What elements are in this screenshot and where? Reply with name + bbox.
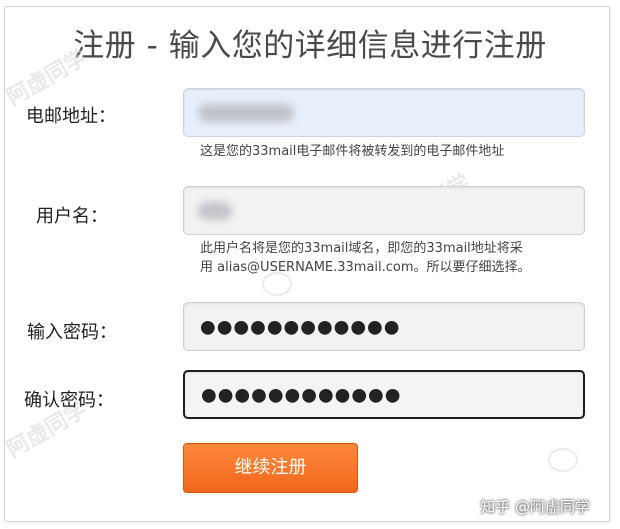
page-title: 注册 - 输入您的详细信息进行注册 [73, 28, 547, 64]
email-value-blurred [198, 103, 294, 122]
password-field[interactable]: ●●●●●●●●●●●● [183, 302, 585, 351]
email-field[interactable] [183, 88, 585, 137]
watermark-chat-icon [548, 448, 578, 472]
confirm-password-field[interactable]: ●●●●●●●●●●●● [183, 370, 585, 419]
username-field[interactable] [183, 186, 585, 235]
email-hint: 这是您的33mail电子邮件将被转发到的电子邮件地址 [200, 144, 505, 159]
footer-watermark: 知乎 @阿虚同学 [480, 498, 590, 516]
username-value-blurred [198, 201, 232, 220]
email-label: 电邮地址： [26, 106, 116, 127]
password-value: ●●●●●●●●●●●● [200, 316, 401, 337]
username-hint-line2: 用 alias@USERNAME.33mail.com。所以要仔细选择。 [200, 260, 531, 275]
continue-register-button[interactable]: 继续注册 [183, 443, 358, 493]
confirm-password-label: 确认密码： [24, 390, 114, 411]
username-hint-line1: 此用户名将是您的33mail域名，即您的33mail地址将采 [200, 241, 523, 256]
confirm-password-value: ●●●●●●●●●●●● [201, 384, 402, 405]
username-label: 用户名： [36, 206, 108, 227]
password-label: 输入密码： [27, 322, 117, 343]
